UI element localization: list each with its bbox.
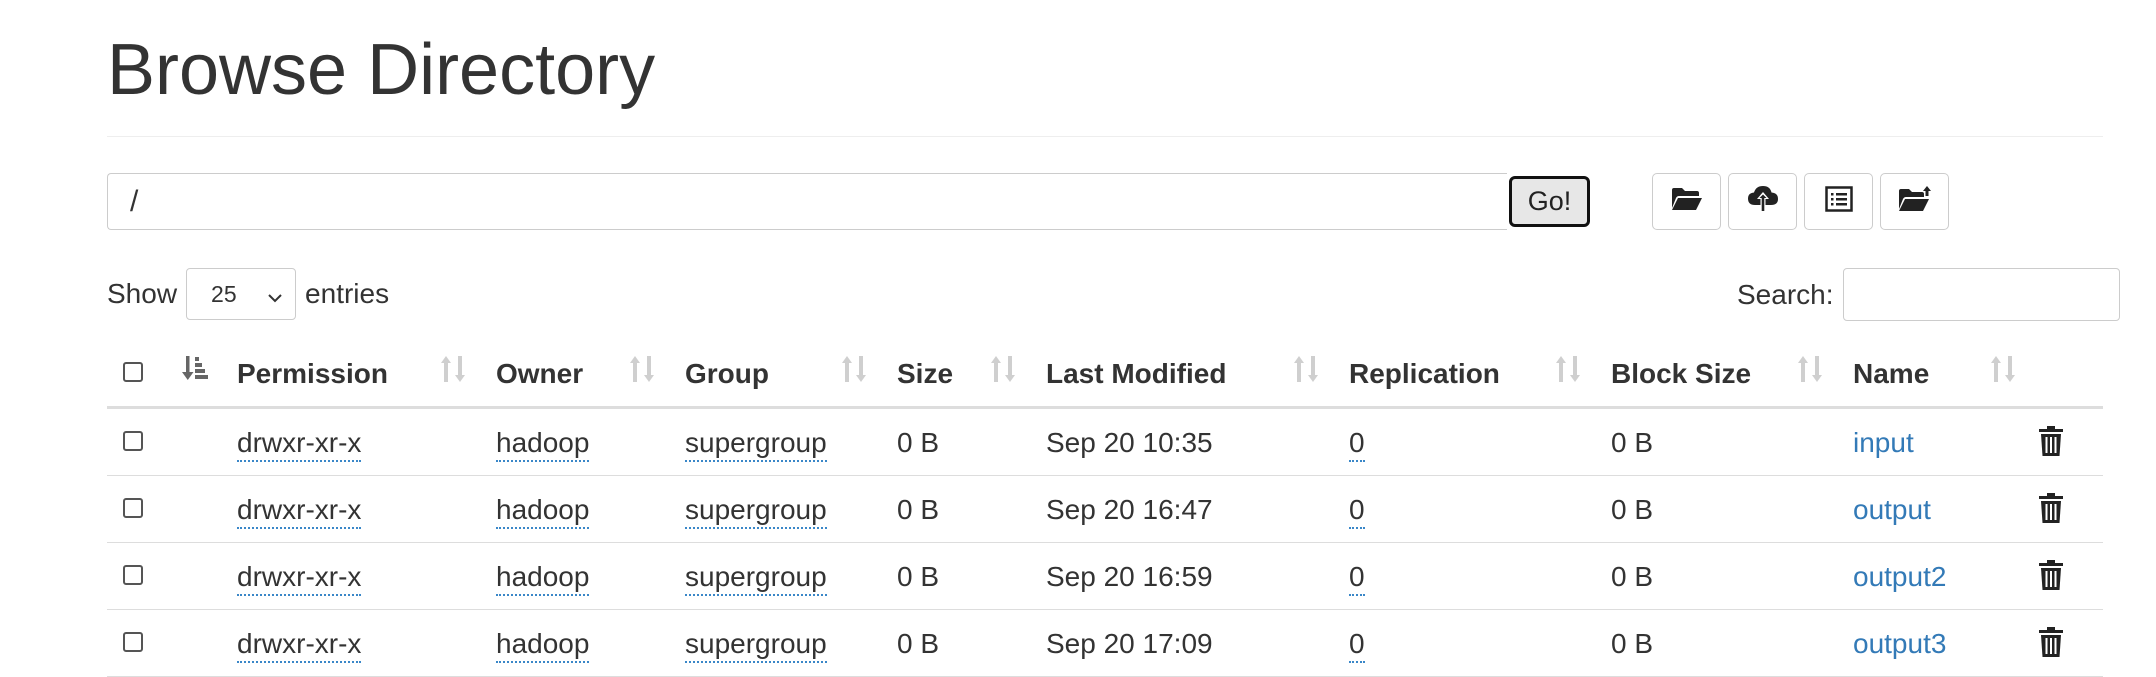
sort-both-icon[interactable]	[440, 354, 468, 389]
row-checkbox[interactable]	[123, 431, 143, 451]
permission-cell[interactable]: drwxr-xr-x	[237, 628, 362, 663]
page-title: Browse Directory	[107, 30, 656, 110]
search-label: Search:	[1737, 278, 1834, 310]
trash-icon[interactable]	[2038, 492, 2064, 529]
sort-both-icon[interactable]	[841, 354, 869, 389]
entries-per-page-select[interactable]: 25	[186, 268, 297, 320]
table-row: drwxr-xr-x hadoop supergroup 0 B Sep 20 …	[107, 476, 2103, 543]
group-cell[interactable]: supergroup	[685, 427, 827, 462]
block-size-cell: 0 B	[1611, 561, 1654, 592]
search-input[interactable]	[1842, 268, 2120, 321]
owner-cell[interactable]: hadoop	[496, 561, 590, 596]
block-size-cell: 0 B	[1611, 494, 1654, 525]
entries-per-page-value: 25	[211, 280, 237, 307]
owner-cell[interactable]: hadoop	[496, 427, 590, 462]
column-header-last-modified[interactable]: Last Modified	[1046, 358, 1226, 390]
permission-cell[interactable]: drwxr-xr-x	[237, 427, 362, 462]
name-link[interactable]: input	[1853, 427, 1914, 459]
directory-path-input[interactable]	[107, 173, 1507, 230]
title-divider	[107, 136, 2103, 137]
column-header-block-size[interactable]: Block Size	[1611, 358, 1751, 390]
column-header-size[interactable]: Size	[897, 358, 953, 390]
size-cell: 0 B	[897, 427, 940, 458]
row-checkbox[interactable]	[123, 565, 143, 585]
select-all-checkbox[interactable]	[123, 362, 143, 382]
sort-asc-icon[interactable]	[181, 354, 209, 387]
directory-table: Permission Owner Group Size Last Modifie…	[107, 340, 2103, 677]
cloud-upload-icon	[1747, 185, 1779, 218]
size-cell: 0 B	[897, 561, 940, 592]
paste-button[interactable]	[1880, 173, 1949, 230]
owner-cell[interactable]: hadoop	[496, 494, 590, 529]
column-header-group[interactable]: Group	[685, 358, 769, 390]
last-modified-cell: Sep 20 16:47	[1046, 494, 1213, 525]
create-directory-button[interactable]	[1652, 173, 1721, 230]
block-size-cell: 0 B	[1611, 628, 1654, 659]
permission-cell[interactable]: drwxr-xr-x	[237, 561, 362, 596]
path-bar: Go!	[107, 173, 1597, 230]
table-row: drwxr-xr-x hadoop supergroup 0 B Sep 20 …	[107, 543, 2103, 610]
owner-cell[interactable]: hadoop	[496, 628, 590, 663]
folder-upload-icon	[1898, 185, 1932, 218]
replication-cell[interactable]: 0	[1349, 427, 1365, 462]
sort-both-icon[interactable]	[1797, 354, 1825, 389]
replication-cell[interactable]: 0	[1349, 628, 1365, 663]
group-cell[interactable]: supergroup	[685, 561, 827, 596]
trash-icon[interactable]	[2038, 425, 2064, 462]
list-alt-icon	[1824, 186, 1853, 217]
block-size-cell: 0 B	[1611, 427, 1654, 458]
name-link[interactable]: output	[1853, 494, 1931, 526]
sort-both-icon[interactable]	[990, 354, 1018, 389]
column-header-permission[interactable]: Permission	[237, 358, 388, 390]
size-cell: 0 B	[897, 628, 940, 659]
table-row: drwxr-xr-x hadoop supergroup 0 B Sep 20 …	[107, 409, 2103, 476]
upload-files-button[interactable]	[1728, 173, 1797, 230]
replication-cell[interactable]: 0	[1349, 561, 1365, 596]
cut-paste-button[interactable]	[1804, 173, 1873, 230]
replication-cell[interactable]: 0	[1349, 494, 1365, 529]
trash-icon[interactable]	[2038, 559, 2064, 596]
column-header-replication[interactable]: Replication	[1349, 358, 1500, 390]
table-search: Search:	[1737, 268, 2120, 321]
trash-icon[interactable]	[2038, 626, 2064, 663]
folder-open-icon	[1671, 186, 1703, 217]
table-header: Permission Owner Group Size Last Modifie…	[107, 340, 2103, 409]
row-checkbox[interactable]	[123, 632, 143, 652]
last-modified-cell: Sep 20 17:09	[1046, 628, 1213, 659]
column-header-name[interactable]: Name	[1853, 358, 1929, 390]
go-button[interactable]: Go!	[1509, 176, 1590, 227]
entries-length-control: Show 25 entries	[107, 268, 389, 320]
show-label: Show	[107, 278, 178, 309]
permission-cell[interactable]: drwxr-xr-x	[237, 494, 362, 529]
sort-both-icon[interactable]	[1293, 354, 1321, 389]
group-cell[interactable]: supergroup	[685, 494, 827, 529]
name-link[interactable]: output2	[1853, 561, 1946, 593]
chevron-down-icon	[267, 285, 283, 312]
sort-both-icon[interactable]	[629, 354, 657, 389]
row-checkbox[interactable]	[123, 498, 143, 518]
sort-both-icon[interactable]	[1990, 354, 2018, 389]
column-header-owner[interactable]: Owner	[496, 358, 583, 390]
name-link[interactable]: output3	[1853, 628, 1946, 660]
table-row: drwxr-xr-x hadoop supergroup 0 B Sep 20 …	[107, 610, 2103, 677]
entries-label: entries	[305, 278, 390, 309]
sort-both-icon[interactable]	[1555, 354, 1583, 389]
group-cell[interactable]: supergroup	[685, 628, 827, 663]
size-cell: 0 B	[897, 494, 940, 525]
last-modified-cell: Sep 20 10:35	[1046, 427, 1213, 458]
last-modified-cell: Sep 20 16:59	[1046, 561, 1213, 592]
